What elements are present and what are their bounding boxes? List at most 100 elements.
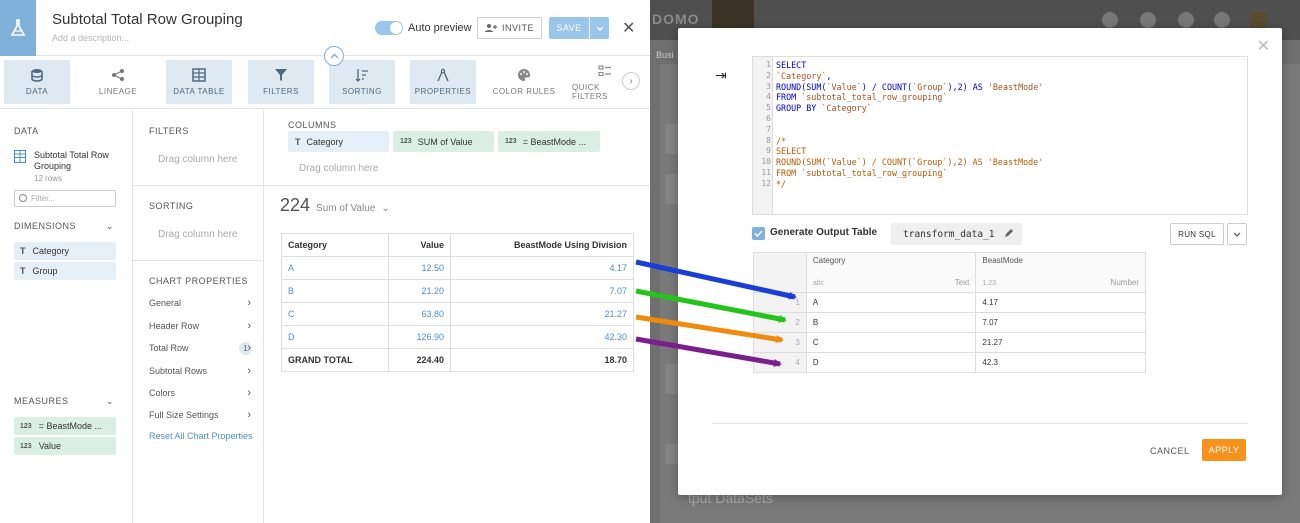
invite-button[interactable]: INVITE xyxy=(477,17,542,39)
save-dropdown-button[interactable] xyxy=(590,17,609,39)
table-cell: 7.07 xyxy=(450,279,634,303)
sql-editor[interactable]: 1 2 3 4 5 6 7 8 9 10 11 12 SELECT `Category`, ROUND(S… xyxy=(752,56,1248,215)
avatar[interactable] xyxy=(1250,12,1266,28)
save-button[interactable]: SAVE xyxy=(549,17,589,39)
toolbar-color-rules-button[interactable]: COLOR RULES xyxy=(491,60,557,104)
column-header-label: BeastMode xyxy=(982,256,1023,265)
chart-prop-full-size[interactable]: Full Size Settings › xyxy=(149,409,251,421)
cancel-button[interactable]: CANCEL xyxy=(1150,446,1190,456)
reset-properties-link[interactable]: Reset All Chart Properties xyxy=(149,431,253,441)
columns-drop-zone[interactable]: Drag column here xyxy=(299,163,378,174)
measures-label: MEASURES xyxy=(14,396,69,406)
dimension-field-category[interactable]: T Category xyxy=(14,242,116,260)
column-chip-beastmode[interactable]: 123 = BeastMode ... xyxy=(498,131,600,152)
run-sql-dropdown-button[interactable] xyxy=(1227,223,1247,245)
grid-icon[interactable] xyxy=(1214,12,1230,28)
sql-line: SELECT xyxy=(776,60,807,70)
search-icon[interactable] xyxy=(1102,12,1118,28)
toolbar-data-table-button[interactable]: DATA TABLE xyxy=(166,60,232,104)
sql-line: ROUND(SUM(`Value`) / COUNT(`Group`),2) A… xyxy=(776,157,1044,168)
run-sql-button[interactable]: RUN SQL xyxy=(1170,223,1224,245)
toolbar-filters-button[interactable]: FILTERS xyxy=(248,60,314,104)
chevron-right-icon[interactable]: › xyxy=(622,72,640,90)
line-number: 10 xyxy=(761,157,771,167)
table-cell: 42.30 xyxy=(450,325,634,349)
toolbar-properties-button[interactable]: PROPERTIES xyxy=(410,60,476,104)
chart-prop-header-row[interactable]: Header Row › xyxy=(149,320,251,332)
filters-drop-zone[interactable]: Drag column here xyxy=(158,154,237,165)
measure-field-beastmode[interactable]: 123 = BeastMode ... xyxy=(14,417,116,435)
column-chip-label: SUM of Value xyxy=(417,136,473,147)
auto-preview-toggle[interactable] xyxy=(375,21,403,35)
help-icon[interactable] xyxy=(1178,12,1194,28)
summary-label: Sum of Value xyxy=(316,203,376,214)
line-number: 2 xyxy=(766,70,771,80)
column-header[interactable]: BeastMode Using Division xyxy=(450,233,634,257)
output-table-name[interactable]: transform_data_1 xyxy=(891,223,1022,245)
close-icon[interactable]: ✕ xyxy=(1257,36,1270,56)
table-row[interactable]: B 21.20 7.07 xyxy=(281,279,634,303)
chart-prop-label: Total Row xyxy=(149,343,189,353)
plus-icon[interactable] xyxy=(1140,12,1156,28)
settings-panel: FILTERS Drag column here SORTING Drag co… xyxy=(133,110,264,523)
table-row: 4 D 42.3 xyxy=(753,352,1146,373)
generate-output-label: Generate Output Table xyxy=(770,227,878,238)
expand-icon[interactable]: ⇥ xyxy=(715,67,727,84)
generate-output-checkbox[interactable] xyxy=(752,227,765,240)
line-number: 9 xyxy=(766,146,771,156)
table-row[interactable]: D 126.90 42.30 xyxy=(281,325,634,349)
field-filter-input[interactable]: Filter... xyxy=(14,190,116,207)
table-row[interactable]: C 63.80 21.27 xyxy=(281,302,634,326)
type-icon: 1.23 xyxy=(982,280,997,287)
sorting-drop-zone[interactable]: Drag column here xyxy=(158,229,237,240)
text-type-icon: T xyxy=(295,136,301,147)
row-number: 4 xyxy=(753,352,807,373)
table-header-row: Category Value BeastMode Using Division xyxy=(281,233,634,257)
apply-button[interactable]: APPLY xyxy=(1202,439,1246,461)
toolbar-lineage-button[interactable]: LINEAGE xyxy=(85,60,151,104)
card-title[interactable]: Subtotal Total Row Grouping xyxy=(52,11,243,28)
toolbar-data-button[interactable]: DATA xyxy=(4,60,70,104)
description-field[interactable]: Add a description... xyxy=(52,33,129,43)
table-row: 1 A 4.17 xyxy=(753,292,1146,313)
table-cell: 126.90 xyxy=(388,325,451,349)
table-cell: D xyxy=(281,325,389,349)
summary-value: 224 xyxy=(280,195,311,215)
column-chip-sum-value[interactable]: 123 SUM of Value xyxy=(393,131,494,152)
chart-prop-total-row[interactable]: Total Row 1 › xyxy=(149,342,252,355)
table-cell: A xyxy=(281,256,389,280)
dimension-field-group[interactable]: T Group xyxy=(14,262,116,280)
table-cell: 12.50 xyxy=(388,256,451,280)
column-header[interactable]: Value xyxy=(388,233,451,257)
chart-prop-general[interactable]: General › xyxy=(149,297,251,309)
toolbar-sorting-button[interactable]: SORTING xyxy=(329,60,395,104)
dataset-item[interactable]: Subtotal Total Row Grouping 12 rows xyxy=(14,150,114,183)
chevron-down-icon[interactable]: ⌄ xyxy=(106,221,114,232)
table-row[interactable]: A 12.50 4.17 xyxy=(281,256,634,280)
measure-field-value[interactable]: 123 Value xyxy=(14,437,116,455)
chevron-right-icon: › xyxy=(247,409,251,421)
chart-properties-label: CHART PROPERTIES xyxy=(149,276,249,286)
number-type-icon: 123 xyxy=(505,138,517,145)
output-preview-table: Category abc Text BeastMode 1.23 Number … xyxy=(753,252,1146,373)
collapse-toolbar-button[interactable] xyxy=(324,46,344,66)
filters-label: FILTERS xyxy=(149,126,189,136)
column-header-beastmode[interactable]: BeastMode 1.23 Number xyxy=(975,252,1146,293)
line-number: 5 xyxy=(766,103,771,113)
table-cell: C xyxy=(281,302,389,326)
chevron-down-icon xyxy=(1233,232,1241,237)
table-row: 2 B 7.07 xyxy=(753,312,1146,333)
chart-prop-colors[interactable]: Colors › xyxy=(149,387,251,399)
summary-number[interactable]: 224 Sum of Value ⌄ xyxy=(280,195,390,216)
column-header-category[interactable]: Category abc Text xyxy=(805,252,977,293)
column-header-label: Category xyxy=(812,256,846,265)
chevron-down-icon[interactable]: ⌄ xyxy=(106,396,114,407)
chart-prop-subtotal-rows[interactable]: Subtotal Rows › xyxy=(149,365,251,377)
column-header[interactable]: Category xyxy=(281,233,389,257)
checkmark-icon xyxy=(754,230,763,237)
flask-icon[interactable] xyxy=(0,0,36,56)
column-chip-label: Category xyxy=(306,136,344,147)
dataset-row-count: 12 rows xyxy=(34,174,63,183)
close-icon[interactable]: ✕ xyxy=(622,18,635,38)
column-chip-category[interactable]: T Category xyxy=(288,131,389,152)
